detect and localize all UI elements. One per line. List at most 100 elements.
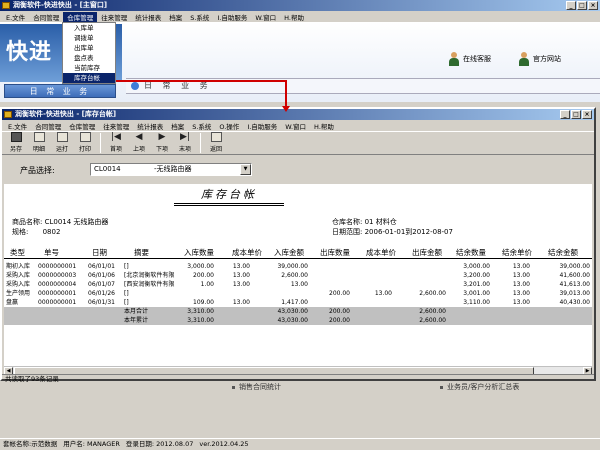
menu-window[interactable]: W.窗口: [281, 121, 310, 131]
inner-minimize-button[interactable]: _: [560, 110, 570, 119]
table-cell: 3,201.00: [463, 281, 490, 288]
below-item-contract-stats[interactable]: 销售合同统计: [232, 382, 281, 392]
table-cell: 13.00: [232, 299, 250, 306]
dropdown-item-stock-ledger[interactable]: 库存台帐: [63, 73, 115, 83]
table-cell: 06/01/26: [88, 290, 115, 297]
version: ver.2012.04.25: [199, 440, 249, 448]
inner-close-button[interactable]: ×: [582, 110, 592, 119]
menu-contract[interactable]: 合同管理: [29, 12, 63, 22]
close-button[interactable]: ×: [588, 1, 598, 10]
table-cell: 41,600.00: [559, 272, 590, 279]
summary-cell: 3,310.00: [187, 317, 214, 324]
summary-cell: 43,030.00: [277, 308, 308, 315]
menu-warehouse[interactable]: 仓库管理: [63, 11, 98, 22]
menu-archive[interactable]: 档案: [165, 12, 186, 22]
product-select[interactable]: CL0014 -无线路由器 ▼: [90, 163, 252, 176]
inner-maximize-button[interactable]: □: [571, 110, 581, 119]
menu-accounts[interactable]: 往来管理: [99, 121, 133, 131]
next-button[interactable]: ▶ 下项: [152, 132, 172, 154]
continuous-print-icon: [56, 132, 68, 142]
table-cell: 3,000.00: [187, 263, 214, 270]
table-cell: 06/01/07: [88, 281, 115, 288]
menu-system[interactable]: S.系统: [188, 121, 215, 131]
toolbar: 另存 明细 运打 打印 |◀ 首项 ◀ 上项 ▶ 下项 ▶| 末项 返回: [2, 131, 594, 155]
table-cell: 40,430.00: [559, 299, 590, 306]
dropdown-item-stocktake[interactable]: 盘点表: [63, 53, 115, 63]
menu-accounts[interactable]: 往来管理: [97, 12, 131, 22]
menu-reports[interactable]: 统计报表: [131, 12, 165, 22]
table-row[interactable]: 采购入库 0000000004 06/01/07 [西安润衡软件有限 1.00 13.00…: [4, 280, 592, 289]
inner-title-bar: 润衡软件-快进快出 - [库存台帐] _ □ ×: [2, 109, 594, 120]
maximize-button[interactable]: □: [577, 1, 587, 10]
product-info: 商品名称: CL0014 无线路由器: [12, 218, 109, 226]
menu-selfservice[interactable]: I.自助服务: [213, 12, 251, 22]
table-header: 类型 单号 日期 摘要 入库数量 成本单价 入库金额 出库数量 成本单价 出库金…: [4, 247, 592, 259]
table-cell: 采购入库: [6, 272, 31, 279]
person-icon: [448, 52, 460, 66]
table-cell: 109.00: [193, 299, 214, 306]
prev-icon: ◀: [135, 132, 143, 142]
last-button[interactable]: ▶| 末项: [175, 132, 195, 154]
table-cell: []: [124, 290, 129, 297]
table-row[interactable]: 采购入库 0000000003 06/01/06 [北京润衡软件有限 200.00 13.…: [4, 271, 592, 280]
save-as-button[interactable]: 另存: [6, 132, 26, 154]
online-service-link[interactable]: 在线客服: [448, 52, 491, 66]
table-cell: 2,600.00: [281, 272, 308, 279]
menu-window[interactable]: W.窗口: [251, 12, 280, 22]
dropdown-item-outbound[interactable]: 出库单: [63, 43, 115, 53]
menu-help[interactable]: H.帮助: [310, 121, 338, 131]
table-cell: 期初入库: [6, 263, 31, 270]
table-cell: 0000000003: [38, 272, 77, 279]
table-cell: 13.00: [512, 263, 530, 270]
menu-system[interactable]: S.系统: [186, 12, 213, 22]
report-area: 库存台帐 商品名称: CL0014 无线路由器 规格: 0802 仓库名称: 0…: [4, 184, 592, 366]
app-icon: [4, 111, 12, 118]
user-name: 用户名: MANAGER: [63, 440, 120, 448]
table-cell: 06/01/31: [88, 299, 115, 306]
menu-operation[interactable]: O.操作: [215, 121, 243, 131]
table-cell: 39,013.00: [559, 290, 590, 297]
warehouse-info: 仓库名称: 01 材料仓: [332, 218, 397, 226]
spec-info: 规格: 0802: [12, 228, 61, 236]
menu-file[interactable]: E.文件: [4, 121, 31, 131]
menu-help[interactable]: H.帮助: [280, 12, 308, 22]
menu-warehouse[interactable]: 仓库管理: [65, 121, 99, 131]
table-cell: 1,417.00: [281, 299, 308, 306]
table-row[interactable]: 生产领用 0000000001 06/01/26 [] 200.00 13.00 2,600…: [4, 289, 592, 298]
summary-cell: 43,030.00: [277, 317, 308, 324]
below-item-salesman-summary[interactable]: 业务员/客户分析汇总表: [440, 382, 519, 392]
table-cell: 0000000001: [38, 299, 77, 306]
account-name: 套帐名称:示范数据: [3, 440, 58, 448]
table-cell: 41,613.00: [559, 281, 590, 288]
table-row[interactable]: 盘赢 0000000001 06/01/31[] 109.00 13.00 1,417.0…: [4, 298, 592, 307]
continuous-print-button[interactable]: 运打: [52, 132, 72, 154]
prev-button[interactable]: ◀ 上项: [129, 132, 149, 154]
official-site-link[interactable]: 官方网站: [518, 52, 561, 66]
dropdown-item-inbound[interactable]: 入库单: [63, 23, 115, 33]
menu-archive[interactable]: 档案: [167, 121, 188, 131]
inner-menu-bar: E.文件 合同管理 仓库管理 往来管理 统计报表 档案 S.系统 O.操作 I.…: [2, 120, 594, 131]
minimize-button[interactable]: _: [566, 1, 576, 10]
dropdown-item-transfer[interactable]: 调拨单: [63, 33, 115, 43]
chevron-down-icon[interactable]: ▼: [240, 164, 251, 175]
dropdown-item-current-stock[interactable]: 当前库存: [63, 63, 115, 73]
first-button[interactable]: |◀ 首项: [106, 132, 126, 154]
person-icon: [518, 52, 530, 66]
print-button[interactable]: 打印: [75, 132, 95, 154]
detail-button[interactable]: 明细: [29, 132, 49, 154]
product-select-label: 产品选择:: [20, 166, 55, 175]
table-cell: 3,110.00: [463, 299, 490, 306]
table-cell: 3,000.00: [463, 263, 490, 270]
menu-file[interactable]: E.文件: [2, 12, 29, 22]
summary-row: 本年累计 3,310.00 43,030.00 200.00 2,600.00: [4, 316, 592, 325]
menu-reports[interactable]: 统计报表: [133, 121, 167, 131]
summary-cell: 2,600.00: [419, 317, 446, 324]
return-button[interactable]: 返回: [206, 132, 226, 154]
menu-selfservice[interactable]: I.自助服务: [243, 121, 281, 131]
main-window-title: 润衡软件-快进快出 - [主窗口]: [13, 1, 108, 9]
inner-window-title: 润衡软件-快进快出 - [库存台帐]: [15, 110, 117, 118]
sidebar-tab-daily-business[interactable]: 日 常 业 务: [4, 84, 116, 98]
printer-icon: [79, 132, 91, 142]
menu-contract[interactable]: 合同管理: [31, 121, 65, 131]
table-row[interactable]: 期初入库 0000000001 06/01/01[] 3,000.00 13.00 39,…: [4, 262, 592, 271]
